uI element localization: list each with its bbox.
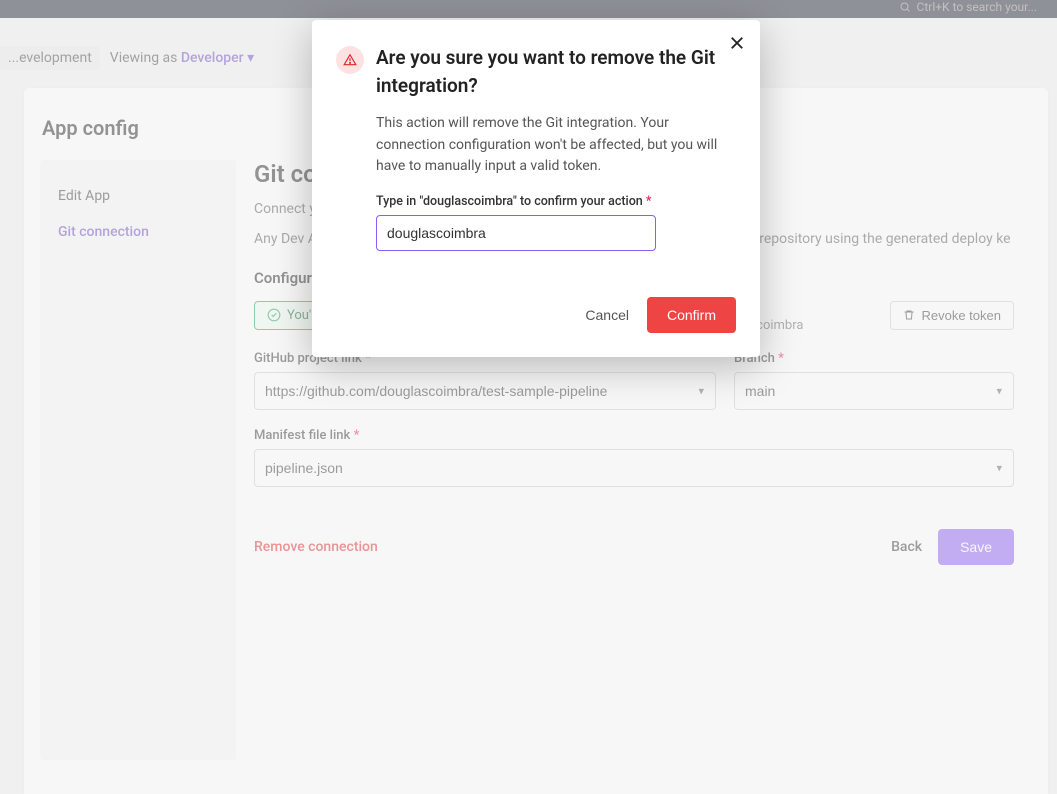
remove-connection-link[interactable]: Remove connection — [254, 539, 378, 555]
manifest-select[interactable]: pipeline.json — [254, 449, 1014, 487]
back-button[interactable]: Back — [891, 539, 922, 555]
role-dropdown[interactable]: Developer ▾ — [181, 50, 254, 66]
branch-select[interactable]: main — [734, 372, 1014, 410]
trash-icon — [903, 309, 915, 321]
modal-confirm-button[interactable]: Confirm — [647, 297, 736, 333]
close-icon — [728, 34, 746, 52]
viewing-as-label: Viewing as — [110, 50, 178, 66]
sidebar-item-edit-app[interactable]: Edit App — [40, 178, 236, 214]
save-button[interactable]: Save — [938, 529, 1014, 565]
modal-title: Are you sure you want to remove the Git … — [376, 44, 736, 99]
search-hint[interactable]: Ctrl+K to search your... — [899, 0, 1037, 14]
confirm-modal: Are you sure you want to remove the Git … — [312, 20, 760, 357]
revoke-token-button[interactable]: Revoke token — [890, 301, 1014, 330]
project-link-select[interactable]: https://github.com/douglascoimbra/test-s… — [254, 372, 716, 410]
check-circle-icon — [267, 308, 281, 322]
env-pill[interactable]: ...evelopment — [0, 46, 100, 70]
modal-input-label: Type in "douglascoimbra" to confirm your… — [376, 194, 736, 209]
warning-icon — [336, 46, 364, 74]
search-icon — [899, 1, 911, 13]
branch-label: Branch * — [734, 351, 1014, 366]
top-bar: Ctrl+K to search your... — [0, 0, 1057, 18]
modal-description: This action will remove the Git integrat… — [376, 113, 736, 178]
modal-close-button[interactable] — [728, 34, 746, 56]
search-hint-text: Ctrl+K to search your... — [917, 0, 1037, 14]
modal-cancel-button[interactable]: Cancel — [585, 307, 629, 323]
sidebar: Edit App Git connection — [40, 160, 236, 760]
revoke-label: Revoke token — [921, 308, 1001, 323]
sidebar-item-git-connection[interactable]: Git connection — [40, 214, 236, 250]
manifest-label: Manifest file link * — [254, 428, 1014, 443]
modal-confirm-input[interactable] — [376, 215, 656, 251]
